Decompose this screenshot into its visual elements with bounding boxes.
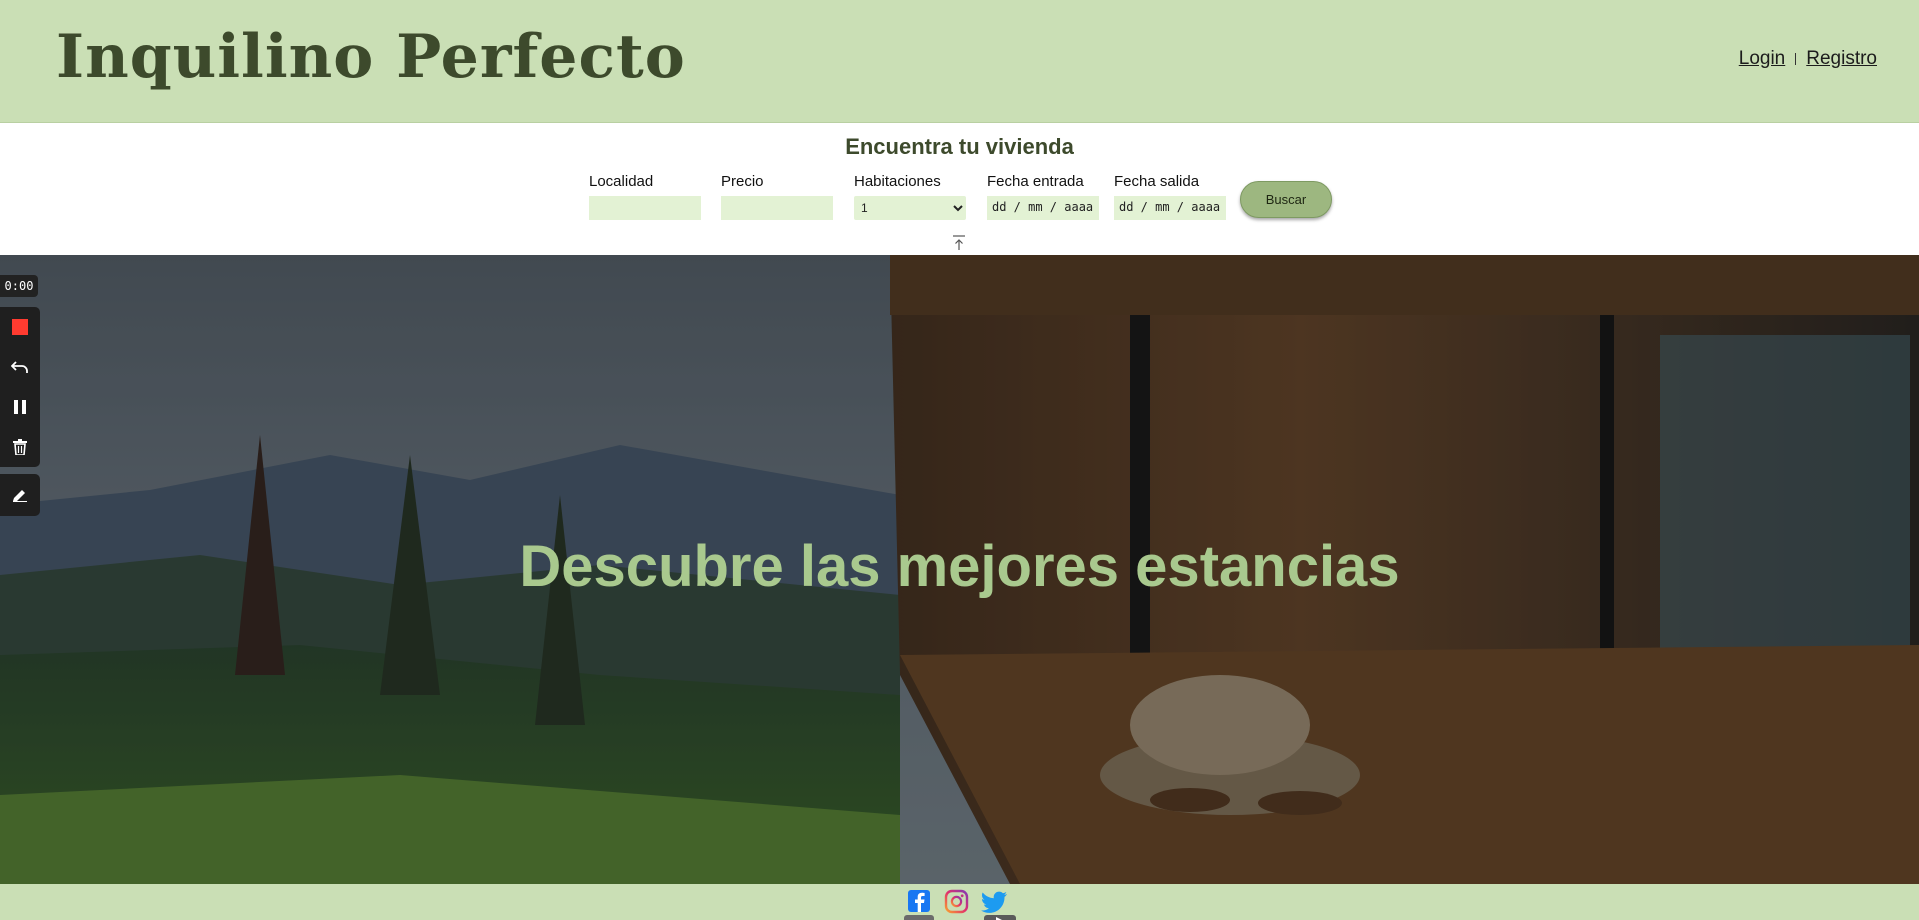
- price-input[interactable]: [721, 196, 833, 220]
- instagram-icon: [944, 889, 969, 914]
- recording-timer: 0:00: [0, 275, 38, 297]
- checkin-field: Fecha entrada dd / mm / aaaa: [987, 173, 1099, 220]
- restart-recording-button[interactable]: [0, 347, 40, 387]
- price-label: Precio: [721, 173, 764, 190]
- site-logo-title[interactable]: Inquilino Perfecto: [56, 22, 686, 92]
- stop-recording-button[interactable]: [0, 307, 40, 347]
- annotate-button[interactable]: [0, 474, 40, 516]
- locality-label: Localidad: [589, 173, 654, 190]
- rooms-label: Habitaciones: [854, 173, 941, 190]
- site-header: Inquilino Perfecto Login Registro: [0, 0, 1919, 123]
- search-section: Encuentra tu vivienda Localidad Precio H…: [0, 123, 1919, 255]
- auth-divider: [1795, 53, 1797, 65]
- checkout-date-input[interactable]: dd / mm / aaaa: [1114, 196, 1226, 220]
- pen-icon: [13, 490, 27, 502]
- auth-links: Login Registro: [1739, 48, 1877, 70]
- register-link[interactable]: Registro: [1806, 48, 1877, 70]
- collapse-up-icon[interactable]: [952, 235, 966, 251]
- undo-icon: [11, 361, 28, 373]
- camera-icon: [904, 915, 934, 920]
- checkout-label: Fecha salida: [1114, 173, 1200, 190]
- search-title: Encuentra tu vivienda: [845, 134, 1074, 159]
- checkin-date-input[interactable]: dd / mm / aaaa: [987, 196, 1099, 220]
- locality-field: Localidad: [589, 173, 701, 220]
- recorder-toolbar: [0, 307, 40, 467]
- locality-input[interactable]: [589, 196, 701, 220]
- pause-icon: [14, 400, 26, 414]
- price-field: Precio: [721, 173, 833, 220]
- instagram-link[interactable]: [944, 889, 970, 915]
- pause-recording-button[interactable]: [0, 387, 40, 427]
- delete-recording-button[interactable]: [0, 427, 40, 467]
- hero-title: Descubre las mejores estancias: [519, 534, 1400, 599]
- checkout-field: Fecha salida dd / mm / aaaa: [1114, 173, 1226, 220]
- stop-icon: [12, 319, 28, 335]
- rooms-field: Habitaciones 1: [854, 173, 966, 220]
- checkin-label: Fecha entrada: [987, 173, 1084, 190]
- login-link[interactable]: Login: [1739, 48, 1786, 70]
- footer-icon-partial-1[interactable]: [904, 912, 934, 920]
- site-footer: [0, 884, 1919, 920]
- hero-banner: Descubre las mejores estancias: [0, 255, 1919, 884]
- play-icon: [984, 915, 1016, 920]
- rooms-select[interactable]: 1: [854, 196, 966, 220]
- search-button[interactable]: Buscar: [1240, 181, 1332, 218]
- trash-icon: [13, 439, 27, 455]
- footer-icon-partial-2[interactable]: [984, 912, 1016, 920]
